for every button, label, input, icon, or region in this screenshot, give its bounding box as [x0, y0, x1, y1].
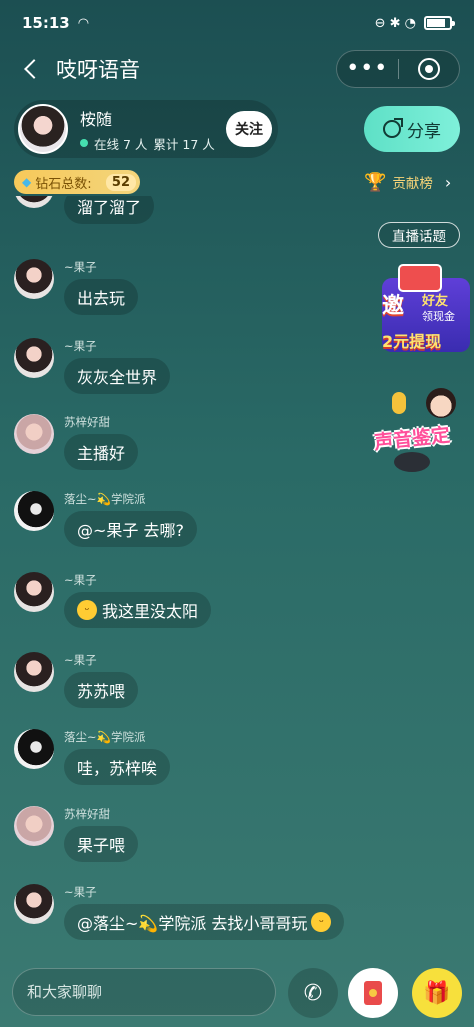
host-avatar[interactable]: [18, 104, 68, 154]
host-card[interactable]: 桉随 在线 7 人 累计 17 人 关注: [14, 100, 278, 158]
red-packet-button[interactable]: [348, 968, 398, 1018]
sender-name[interactable]: 苏梓好甜: [64, 806, 110, 822]
battery-icon: [424, 16, 455, 30]
target-icon: [417, 58, 440, 80]
sender-name[interactable]: ~果子: [64, 652, 97, 668]
message-bubble: 苏苏喂: [64, 672, 139, 708]
diamond-label: 钻石总数:: [35, 176, 92, 192]
user-avatar[interactable]: [14, 652, 54, 692]
share-button[interactable]: 分享: [364, 106, 460, 152]
sender-name[interactable]: ~果子: [64, 338, 97, 354]
phone-icon: ✆: [303, 980, 323, 1006]
sender-name[interactable]: 苏梓好甜: [64, 414, 110, 430]
user-avatar[interactable]: [14, 491, 54, 531]
contribution-rank-link[interactable]: 🏆 贡献榜 ›: [364, 168, 451, 196]
gift-button[interactable]: 🎁: [412, 968, 462, 1018]
message-bubble: ᵕ 我这里没太阳: [64, 592, 212, 628]
message-bubble: @~果子 去哪?: [64, 511, 197, 547]
more-button[interactable]: •••: [337, 50, 398, 88]
user-avatar[interactable]: [14, 196, 54, 208]
user-avatar[interactable]: [14, 338, 54, 378]
red-packet-icon: [364, 981, 382, 1005]
host-name: 桉随: [80, 109, 113, 129]
bottom-input-bar: ✆ 🎁: [0, 958, 474, 1027]
status-icons: ⊖ ✱ ◔: [374, 15, 455, 31]
sender-name[interactable]: ~果子: [64, 259, 97, 275]
gift-icon: 🎁: [423, 980, 451, 1006]
chevron-left-icon: [24, 59, 44, 79]
chat-list[interactable]: 溜了溜了 ~果子 出去玩 ~果子 灰灰全世界 苏梓好甜 主播好 落尘~💫学院派 …: [0, 196, 474, 956]
online-count: 在线 7 人: [94, 136, 148, 152]
user-avatar[interactable]: [14, 259, 54, 299]
status-bar: 15:13 ◠ ⊖ ✱ ◔: [0, 0, 474, 46]
share-label: 分享: [407, 121, 441, 142]
miniapp-capsule: •••: [336, 50, 460, 88]
status-indicator-icons: ⊖ ✱ ◔: [374, 15, 416, 31]
user-avatar[interactable]: [14, 414, 54, 454]
host-info: 桉随 在线 7 人 累计 17 人: [80, 106, 215, 153]
share-icon: [383, 118, 403, 138]
page-title: 吱呀语音: [56, 58, 140, 82]
user-avatar[interactable]: [14, 572, 54, 612]
message-bubble: 灰灰全世界: [64, 358, 171, 394]
contribution-label: 贡献榜: [392, 176, 433, 192]
trophy-icon: 🏆: [364, 171, 387, 193]
back-button[interactable]: [16, 54, 46, 84]
smirk-emoji-icon: ᵕ: [311, 912, 332, 932]
host-stats: 在线 7 人 累计 17 人: [80, 134, 215, 153]
total-count: 累计 17 人: [153, 136, 215, 152]
close-miniapp-button[interactable]: [398, 58, 459, 80]
follow-button[interactable]: 关注: [226, 111, 272, 147]
message-bubble: 哇，苏梓唉: [64, 749, 171, 785]
user-avatar[interactable]: [14, 884, 54, 924]
message-bubble: 出去玩: [64, 279, 139, 315]
message-bubble: @落尘~💫学院派 去找小哥哥玩 ᵕ: [64, 904, 345, 940]
diamond-count: 52: [105, 173, 136, 191]
clock: 15:13: [22, 14, 70, 32]
sender-name[interactable]: 落尘~💫学院派: [64, 729, 145, 745]
chat-input[interactable]: [12, 968, 276, 1016]
laughing-emoji-icon: ᵕ: [77, 600, 97, 620]
sender-name[interactable]: 落尘~💫学院派: [64, 491, 145, 507]
message-bubble: 溜了溜了: [64, 196, 155, 224]
sender-name[interactable]: ~果子: [64, 884, 97, 900]
wifi-icon: ◠: [77, 15, 90, 31]
user-avatar[interactable]: [14, 729, 54, 769]
user-avatar[interactable]: [14, 806, 54, 846]
diamond-icon: ◆: [22, 175, 32, 189]
voice-call-button[interactable]: ✆: [288, 968, 338, 1018]
diamond-total-badge: ◆ 钻石总数: 52: [14, 170, 140, 194]
sender-name[interactable]: ~果子: [64, 572, 97, 588]
message-bubble: 果子喂: [64, 826, 139, 862]
online-dot-icon: [80, 139, 88, 147]
chevron-right-icon: ›: [444, 172, 452, 192]
nav-bar: 吱呀语音 •••: [0, 46, 474, 92]
message-bubble: 主播好: [64, 434, 139, 470]
